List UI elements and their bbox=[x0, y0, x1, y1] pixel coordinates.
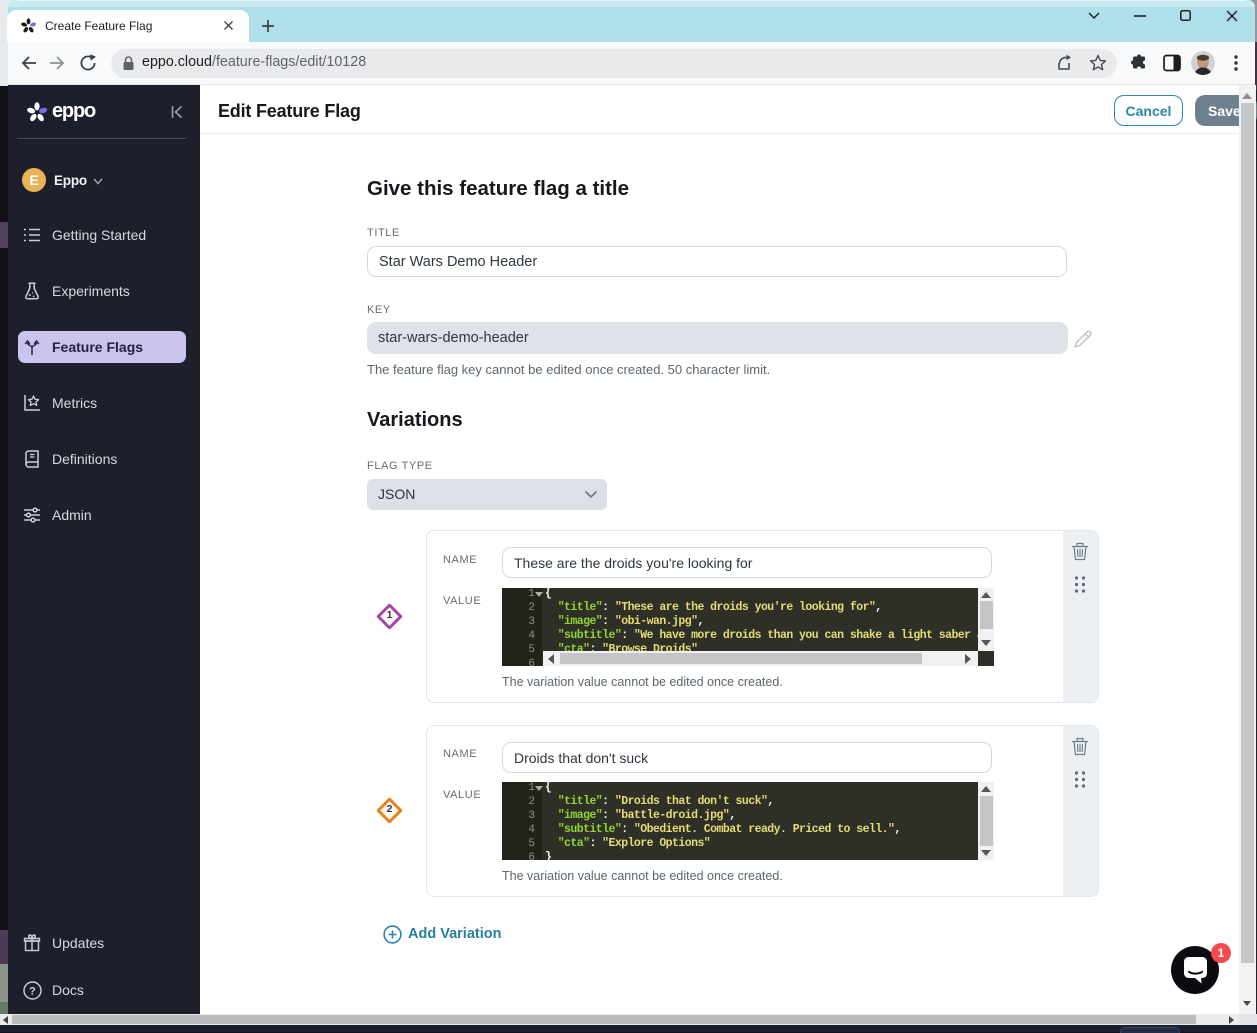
svg-text:?: ? bbox=[29, 985, 36, 997]
